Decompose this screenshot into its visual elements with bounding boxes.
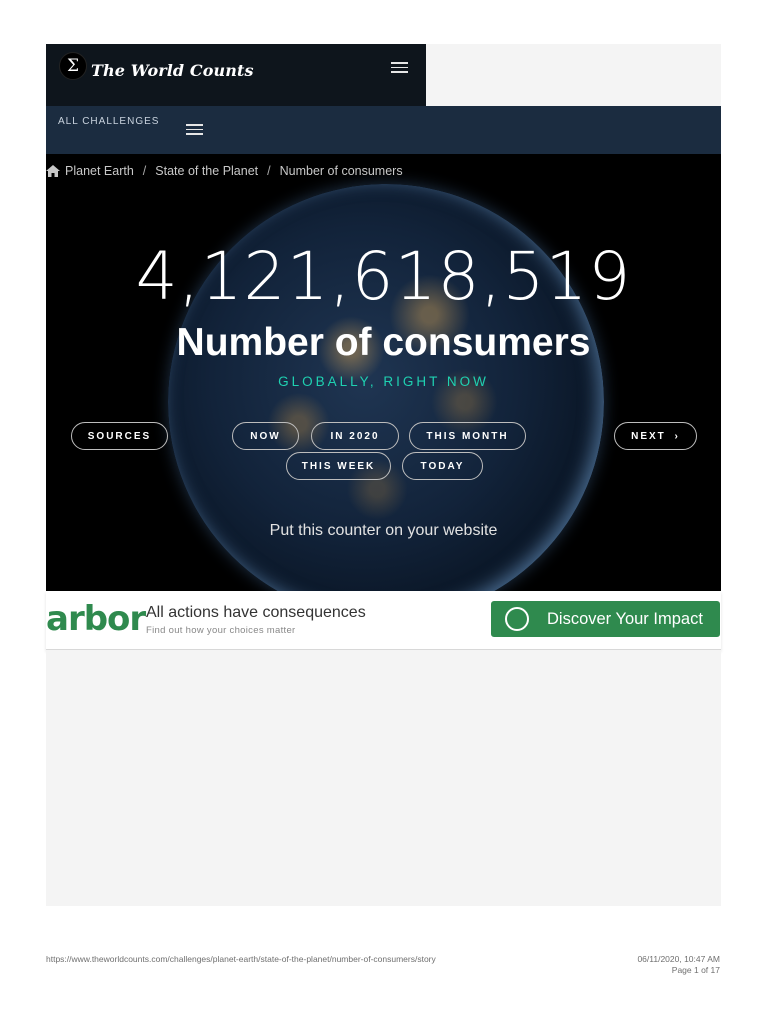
- ad-title: All actions have consequences: [146, 604, 366, 621]
- next-button[interactable]: NEXT ›: [614, 422, 697, 450]
- discover-impact-button[interactable]: Discover Your Impact: [491, 601, 720, 637]
- counter-title: Number of consumers: [176, 321, 591, 364]
- menu-icon[interactable]: [391, 62, 408, 74]
- print-date: 06/11/2020, 10:47 AM: [637, 954, 720, 964]
- page-number: Page 1 of 17: [671, 965, 720, 975]
- print-footer-url: https://www.theworldcounts.com/challenge…: [46, 954, 436, 964]
- breadcrumb-separator: /: [267, 164, 271, 178]
- this-month-button[interactable]: THIS MONTH: [409, 422, 526, 450]
- print-footer-meta: 06/11/2020, 10:47 AM Page 1 of 17: [637, 954, 720, 976]
- today-button[interactable]: TODAY: [402, 452, 483, 480]
- sources-button[interactable]: SOURCES: [71, 422, 168, 450]
- breadcrumb: Planet Earth / State of the Planet / Num…: [46, 164, 403, 178]
- tree-icon: [505, 607, 529, 631]
- next-label: NEXT: [631, 431, 666, 442]
- breadcrumb-planet-earth[interactable]: Planet Earth: [65, 164, 134, 178]
- arbor-ad-banner[interactable]: arbor All actions have consequences Find…: [46, 591, 721, 650]
- counter-subtitle: GLOBALLY, RIGHT NOW: [278, 374, 489, 389]
- site-title[interactable]: The World Counts: [91, 61, 254, 80]
- top-bar: Σ The World Counts: [46, 44, 721, 106]
- home-icon[interactable]: [46, 165, 60, 177]
- discover-impact-label: Discover Your Impact: [547, 610, 703, 628]
- consumer-counter: 4,121,618,519: [135, 238, 632, 315]
- challenges-nav: ALL CHALLENGES: [46, 106, 721, 154]
- brand-bar: Σ The World Counts: [46, 44, 426, 106]
- this-week-button[interactable]: THIS WEEK: [286, 452, 391, 480]
- embed-counter-link[interactable]: Put this counter on your website: [46, 522, 721, 540]
- sigma-logo-icon[interactable]: Σ: [59, 52, 87, 80]
- blank-content-area: [46, 650, 721, 906]
- now-button[interactable]: NOW: [232, 422, 299, 450]
- all-challenges-link[interactable]: ALL CHALLENGES: [58, 116, 159, 127]
- in-2020-button[interactable]: IN 2020: [311, 422, 399, 450]
- breadcrumb-separator: /: [142, 164, 147, 178]
- arbor-logo[interactable]: arbor: [46, 599, 146, 639]
- challenges-menu-icon[interactable]: [186, 124, 203, 136]
- hero-counter: Planet Earth / State of the Planet / Num…: [46, 154, 721, 591]
- ad-subtitle: Find out how your choices matter: [146, 625, 296, 636]
- chevron-right-icon: ›: [674, 431, 680, 442]
- breadcrumb-state-of-the-planet[interactable]: State of the Planet: [155, 164, 258, 178]
- breadcrumb-current: Number of consumers: [279, 164, 403, 178]
